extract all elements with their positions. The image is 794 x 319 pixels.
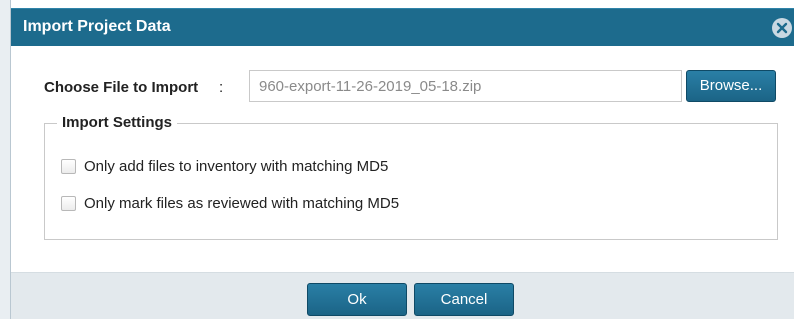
dialog-title: Import Project Data <box>23 18 171 35</box>
choose-file-colon: : <box>219 79 224 96</box>
import-settings-legend: Import Settings <box>57 114 178 131</box>
close-icon[interactable] <box>772 18 792 38</box>
file-path-input[interactable] <box>249 70 682 102</box>
choose-file-label: Choose File to Import <box>44 79 199 96</box>
mark-reviewed-checkbox[interactable] <box>61 195 76 211</box>
cancel-button[interactable]: Cancel <box>414 283 514 316</box>
import-project-dialog: Import Project Data Choose File to Impor… <box>10 0 794 319</box>
dialog-titlebar: Import Project Data <box>11 8 794 46</box>
add-files-label: Only add files to inventory with matchin… <box>84 157 389 175</box>
dialog-footer: Ok Cancel <box>11 272 794 319</box>
background-edge <box>0 0 10 319</box>
ok-button[interactable]: Ok <box>307 283 407 316</box>
add-files-checkbox[interactable] <box>61 158 76 174</box>
browse-button[interactable]: Browse... <box>686 70 776 102</box>
import-settings-group: Import Settings Only add files to invent… <box>44 114 778 240</box>
option-row-mark-reviewed[interactable]: Only mark files as reviewed with matchin… <box>61 193 399 213</box>
option-row-add-files[interactable]: Only add files to inventory with matchin… <box>61 156 388 176</box>
mark-reviewed-label: Only mark files as reviewed with matchin… <box>84 194 400 212</box>
